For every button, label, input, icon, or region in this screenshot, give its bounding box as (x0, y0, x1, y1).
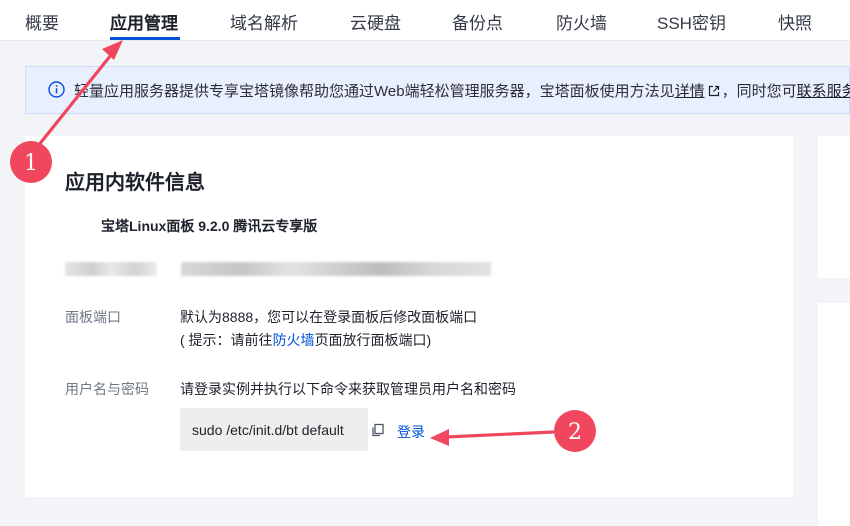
port-hint-post: 页面放行面板端口) (314, 332, 432, 348)
external-link-icon[interactable] (708, 85, 720, 97)
details-link[interactable]: 详情 (675, 83, 705, 100)
notice-text-before: 轻量应用服务器提供专享宝塔镜像帮助您通过Web端轻松管理服务器，宝塔面板使用方法… (74, 83, 675, 100)
port-hint-pre: ( 提示：请前往 (180, 332, 273, 348)
panel-port-label: 面板端口 (65, 309, 121, 325)
info-icon (48, 81, 65, 98)
blurred-value (181, 262, 491, 276)
credentials-label: 用户名与密码 (65, 381, 149, 397)
tab-snapshot[interactable]: 快照 (778, 9, 812, 34)
tab-domain-resolution[interactable]: 域名解析 (230, 9, 298, 34)
credentials-desc: 请登录实例并执行以下命令来获取管理员用户名和密码 (180, 381, 516, 397)
command-box: sudo /etc/init.d/bt default (180, 408, 368, 451)
notice-text-middle: ，同时您可 (721, 83, 797, 100)
command-text: sudo /etc/init.d/bt default (192, 422, 344, 438)
tab-app-management[interactable]: 应用管理 (110, 9, 178, 34)
active-tab-indicator (110, 37, 180, 40)
side-card-bottom (818, 303, 850, 526)
tab-cloud-disk[interactable]: 云硬盘 (350, 9, 401, 34)
tab-firewall[interactable]: 防火墙 (556, 9, 607, 34)
panel-port-desc: 默认为8888，您可以在登录面板后修改面板端口 (180, 309, 478, 325)
product-name: 宝塔Linux面板 9.2.0 腾讯云专享版 (101, 218, 318, 234)
contact-service-link[interactable]: 联系服务 (797, 83, 850, 100)
tab-bar: 概要 应用管理 域名解析 云硬盘 备份点 防火墙 SSH密钥 快照 (0, 0, 850, 41)
panel-port-hint: ( 提示：请前往防火墙页面放行面板端口) (180, 330, 431, 350)
firewall-link[interactable]: 防火墙 (273, 332, 315, 348)
card-title: 应用内软件信息 (65, 172, 205, 194)
tab-backup-point[interactable]: 备份点 (452, 9, 503, 34)
notice-text: 轻量应用服务器提供专享宝塔镜像帮助您通过Web端轻松管理服务器，宝塔面板使用方法… (74, 80, 850, 101)
info-notice: 轻量应用服务器提供专享宝塔镜像帮助您通过Web端轻松管理服务器，宝塔面板使用方法… (25, 66, 850, 114)
side-card-top (818, 136, 850, 278)
copy-icon[interactable] (371, 423, 385, 437)
tab-ssh-key[interactable]: SSH密钥 (657, 9, 726, 34)
software-info-card: 应用内软件信息 宝塔Linux面板 9.2.0 腾讯云专享版 面板端口 默认为8… (25, 136, 793, 497)
tab-overview[interactable]: 概要 (25, 9, 59, 34)
login-link[interactable]: 登录 (397, 422, 425, 442)
blurred-label (65, 262, 157, 276)
